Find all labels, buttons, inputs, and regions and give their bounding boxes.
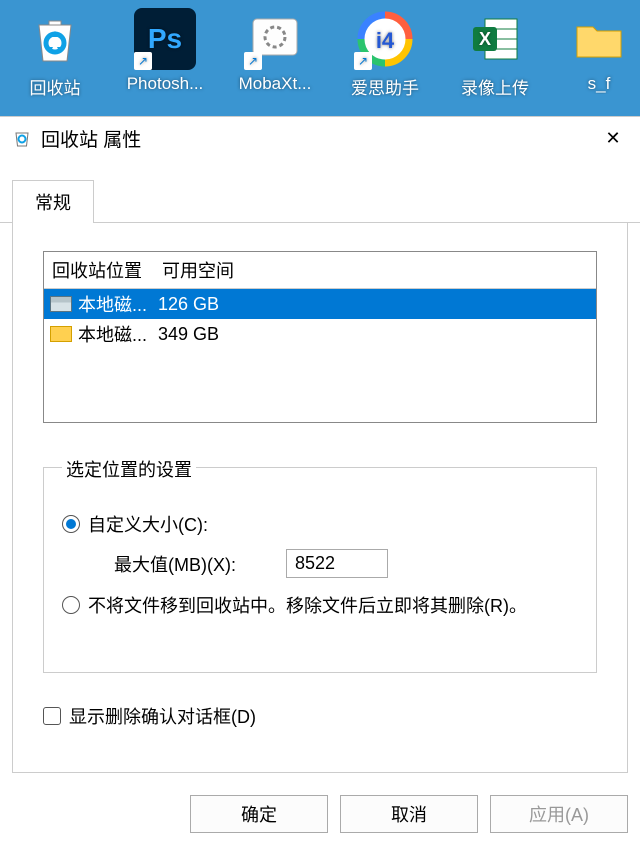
cell-space: 349 GB [156,324,596,345]
col-space[interactable]: 可用空间 [154,252,596,288]
radio-dont-move[interactable]: 不将文件移到回收站中。移除文件后立即将其删除(R)。 [62,592,578,618]
table-header: 回收站位置 可用空间 [44,252,596,289]
dialog-button-bar: 确定 取消 应用(A) [190,795,628,833]
table-row[interactable]: 本地磁... 349 GB [44,319,596,349]
svg-text:X: X [479,29,491,49]
desktop-icon-aisi[interactable]: i4 ↗ 爱思助手 [344,8,426,99]
location-table: 回收站位置 可用空间 本地磁... 126 GB 本地磁... 349 GB [43,251,597,423]
photoshop-icon: Ps ↗ [134,8,196,70]
tab-content: 回收站位置 可用空间 本地磁... 126 GB 本地磁... 349 GB 选… [12,223,628,773]
window-title: 回收站 属性 [41,125,590,152]
close-icon: ✕ [605,128,620,149]
title-bar: 回收站 属性 ✕ [0,117,640,159]
shortcut-arrow-icon: ↗ [354,52,372,70]
button-label: 确定 [241,801,277,827]
recycle-bin-icon [24,8,86,70]
svg-text:i4: i4 [376,28,395,53]
desktop-icon-mobaxterm[interactable]: ↗ MobaXt... [234,8,316,94]
tab-label: 常规 [35,193,71,213]
shortcut-arrow-icon: ↗ [134,52,152,70]
desktop-icon-label: MobaXt... [234,74,316,94]
desktop-icon-label: Photosh... [124,74,206,94]
settings-fieldset: 选定位置的设置 自定义大小(C): 最大值(MB)(X): 8522 不将文件移… [43,467,597,673]
aisi-icon: i4 ↗ [354,8,416,70]
fieldset-legend: 选定位置的设置 [62,456,196,482]
desktop-icon-label: 回收站 [14,74,96,99]
desktop-icon-label: s_f [558,74,640,94]
max-size-input[interactable]: 8522 [286,549,388,578]
desktop-icon-label: 录像上传 [454,74,536,99]
confirm-delete-checkbox[interactable]: 显示删除确认对话框(D) [43,703,597,729]
recycle-bin-small-icon [12,128,32,148]
ok-button[interactable]: 确定 [190,795,328,833]
radio-custom-size[interactable]: 自定义大小(C): [62,511,578,537]
desktop-icon-excel[interactable]: X 录像上传 [454,8,536,99]
close-button[interactable]: ✕ [590,120,636,156]
folder-icon [568,8,630,70]
tab-general[interactable]: 常规 [12,180,94,223]
apply-button[interactable]: 应用(A) [490,795,628,833]
cell-space: 126 GB [156,294,596,315]
checkbox-icon [43,707,61,725]
disk-icon [50,296,72,312]
radio-icon [62,515,80,533]
desktop: 回收站 Ps ↗ Photosh... ↗ MobaXt... i4 [0,0,640,115]
cell-location: 本地磁... [78,321,156,347]
max-size-label: 最大值(MB)(X): [114,551,236,577]
radio-icon [62,596,80,614]
radio-label: 自定义大小(C): [88,511,208,537]
desktop-icon-photoshop[interactable]: Ps ↗ Photosh... [124,8,206,94]
max-size-row: 最大值(MB)(X): 8522 [114,549,578,578]
cancel-button[interactable]: 取消 [340,795,478,833]
checkbox-label: 显示删除确认对话框(D) [69,703,256,729]
cell-location: 本地磁... [78,291,156,317]
recycle-bin-properties-dialog: 回收站 属性 ✕ 常规 回收站位置 可用空间 本地磁... 126 GB 本地磁… [0,116,640,851]
disk-icon [50,326,72,342]
desktop-icon-label: 爱思助手 [344,74,426,99]
table-row[interactable]: 本地磁... 126 GB [44,289,596,319]
tab-strip: 常规 [0,181,640,223]
excel-icon: X [464,8,526,70]
desktop-icon-recycle-bin[interactable]: 回收站 [14,8,96,99]
mobaxterm-icon: ↗ [244,8,306,70]
shortcut-arrow-icon: ↗ [244,52,262,70]
button-label: 取消 [391,801,427,827]
col-location[interactable]: 回收站位置 [44,252,154,288]
button-label: 应用(A) [529,801,589,827]
desktop-icon-folder[interactable]: s_f [558,8,640,94]
radio-label: 不将文件移到回收站中。移除文件后立即将其删除(R)。 [88,592,527,618]
